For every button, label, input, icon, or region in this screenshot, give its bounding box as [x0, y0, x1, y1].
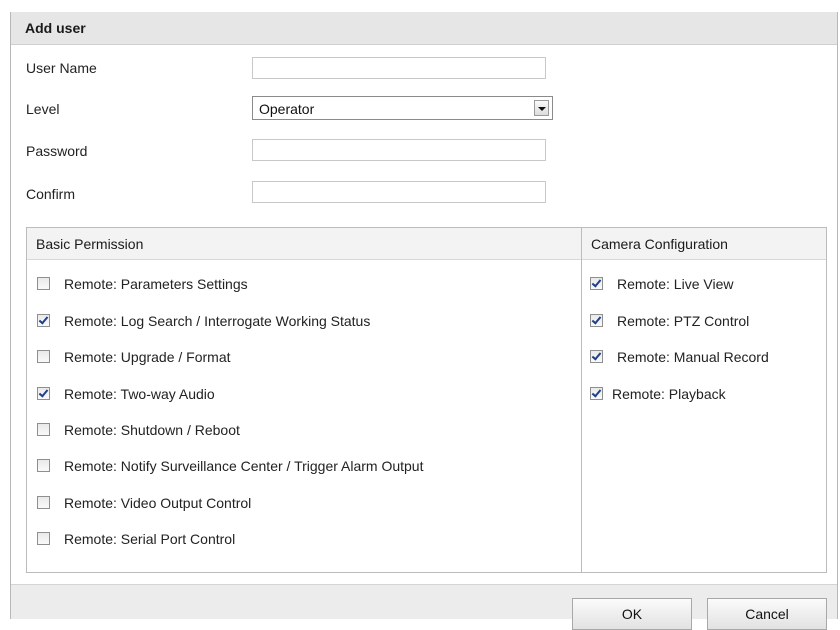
confirm-password-input[interactable] [252, 181, 546, 203]
camera-configuration-title: Camera Configuration [591, 236, 728, 252]
checkbox[interactable] [37, 459, 50, 472]
checkbox[interactable] [37, 423, 50, 436]
chevron-down-icon[interactable] [534, 100, 549, 116]
dialog-footer: OK Cancel [11, 584, 837, 630]
checkbox[interactable] [37, 496, 50, 509]
basic-permission-column: Basic Permission Remote: Parameters Sett… [27, 228, 581, 572]
checkbox[interactable] [590, 350, 603, 363]
password-label: Password [26, 143, 88, 159]
checkbox[interactable] [590, 387, 603, 400]
user-name-label: User Name [26, 60, 97, 76]
perm-label: Remote: Upgrade / Format [64, 349, 231, 365]
perm-label: Remote: Log Search / Interrogate Working… [64, 313, 371, 329]
perm-label: Remote: Manual Record [617, 349, 769, 365]
permissions-panel: Basic Permission Remote: Parameters Sett… [26, 227, 827, 573]
perm-label: Remote: Parameters Settings [64, 276, 248, 292]
level-label: Level [26, 101, 60, 117]
dialog-title-bar: Add user [11, 12, 837, 45]
checkbox[interactable] [37, 350, 50, 363]
perm-label: Remote: Notify Surveillance Center / Tri… [64, 458, 424, 474]
cancel-button[interactable]: Cancel [707, 598, 827, 630]
checkbox[interactable] [590, 277, 603, 290]
perm-label: Remote: Two-way Audio [64, 386, 215, 402]
dialog-title: Add user [25, 20, 86, 36]
checkbox[interactable] [37, 387, 50, 400]
password-input[interactable] [252, 139, 546, 161]
perm-label: Remote: Playback [612, 386, 726, 402]
camera-configuration-header: Camera Configuration [582, 228, 826, 260]
basic-permission-header: Basic Permission [27, 228, 581, 260]
perm-label: Remote: PTZ Control [617, 313, 750, 329]
ok-button[interactable]: OK [572, 598, 692, 630]
perm-label: Remote: Serial Port Control [64, 531, 236, 547]
checkbox[interactable] [37, 314, 50, 327]
add-user-dialog: Add user User Name Level Operator Passwo… [10, 12, 838, 630]
level-selected-value: Operator [259, 101, 315, 117]
confirm-label: Confirm [26, 186, 76, 202]
perm-label: Remote: Video Output Control [64, 495, 252, 511]
basic-permission-title: Basic Permission [36, 236, 144, 252]
camera-configuration-column: Camera Configuration Remote: Live View R… [581, 228, 826, 572]
checkbox[interactable] [590, 314, 603, 327]
checkbox[interactable] [37, 277, 50, 290]
level-select[interactable]: Operator [252, 96, 553, 120]
perm-label: Remote: Live View [617, 276, 734, 292]
checkbox[interactable] [37, 532, 50, 545]
user-name-input[interactable] [252, 57, 546, 79]
perm-label: Remote: Shutdown / Reboot [64, 422, 240, 438]
